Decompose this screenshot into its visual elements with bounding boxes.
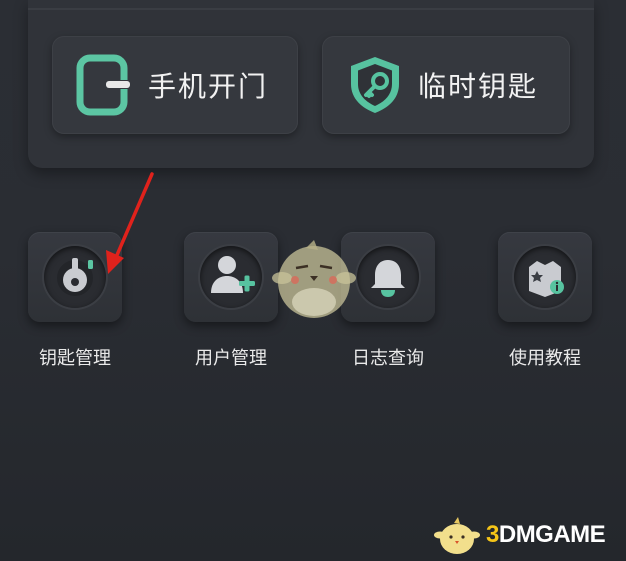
mascot-logo-icon [434,517,480,554]
user-management-label: 用户管理 [195,348,267,369]
tutorial-label: 使用教程 [509,348,581,369]
key-management-label: 钥匙管理 [39,348,111,369]
phone-door-icon [76,54,134,116]
bell-icon [357,246,419,308]
temp-key-label: 临时钥匙 [418,70,539,103]
phone-door-button[interactable]: 手机开门 [52,36,298,134]
phone-door-label: 手机开门 [148,70,269,103]
watermark-text: 3DMGAME [486,521,606,548]
mascot-sticker [272,240,356,318]
temp-key-button[interactable]: 临时钥匙 [322,36,570,134]
shield-key-icon [351,57,399,113]
tutorial-icon [514,246,576,308]
key-icon [44,246,106,308]
annotation-arrow [106,172,154,274]
add-user-icon [200,246,262,308]
log-query-label: 日志查询 [352,348,424,369]
3dmgame-watermark: 3DMGAME [432,512,622,558]
tutorial-tile[interactable] [498,232,592,322]
